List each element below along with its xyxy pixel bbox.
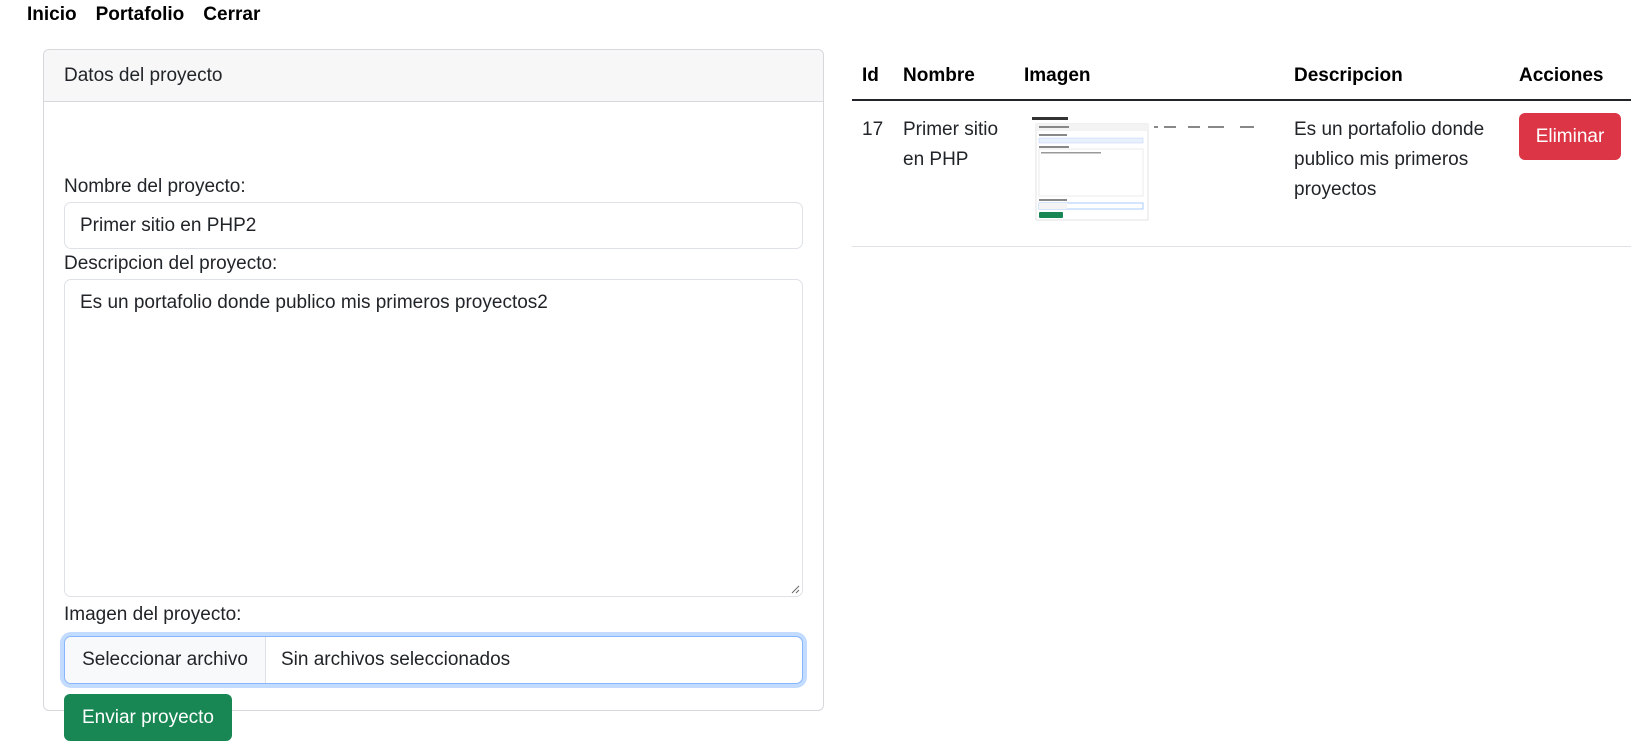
resize-grip-icon[interactable] bbox=[790, 584, 800, 594]
header-nombre: Nombre bbox=[903, 65, 975, 86]
nav-link-cerrar[interactable]: Cerrar bbox=[203, 3, 260, 27]
file-status-text: Sin archivos seleccionados bbox=[281, 649, 511, 670]
top-nav: Inicio Portafolio Cerrar bbox=[27, 3, 260, 27]
project-screenshot-thumbnail bbox=[1030, 114, 1270, 224]
card-header: Datos del proyecto bbox=[44, 50, 823, 102]
name-label: Nombre del proyecto: bbox=[64, 176, 246, 197]
description-label: Descripcion del proyecto: bbox=[64, 253, 278, 274]
header-acciones: Acciones bbox=[1519, 65, 1604, 86]
choose-file-button[interactable]: Seleccionar archivo bbox=[65, 637, 266, 683]
project-description-textarea[interactable]: Es un portafolio donde publico mis prime… bbox=[64, 279, 803, 597]
table-header-row: Id Nombre Imagen Descripcion Acciones bbox=[852, 55, 1631, 101]
header-id: Id bbox=[862, 65, 879, 86]
row-id: 17 bbox=[862, 119, 884, 140]
project-name-input[interactable]: Primer sitio en PHP2 bbox=[64, 202, 803, 249]
nav-link-inicio[interactable]: Inicio bbox=[27, 3, 77, 27]
project-form-card: Datos del proyecto Nombre del proyecto: … bbox=[43, 49, 824, 741]
row-name: Primer sitio en PHP bbox=[903, 119, 999, 170]
project-image-file-input[interactable]: Seleccionar archivo Sin archivos selecci… bbox=[64, 636, 803, 684]
table-row: 17 Primer sitio en PHP Es un portafolio … bbox=[852, 101, 1631, 247]
project-name-value: Primer sitio en PHP2 bbox=[80, 214, 257, 236]
project-description-value: Es un portafolio donde publico mis prime… bbox=[80, 292, 548, 313]
submit-project-button[interactable]: Enviar proyecto bbox=[64, 694, 232, 741]
nav-link-portafolio[interactable]: Portafolio bbox=[96, 3, 185, 27]
row-description: Es un portafolio donde publico mis prime… bbox=[1294, 119, 1485, 200]
delete-button[interactable]: Eliminar bbox=[1519, 113, 1621, 160]
projects-table: Id Nombre Imagen Descripcion Acciones 17… bbox=[852, 55, 1631, 247]
image-label: Imagen del proyecto: bbox=[64, 604, 242, 625]
header-descripcion: Descripcion bbox=[1294, 65, 1403, 86]
header-imagen: Imagen bbox=[1024, 65, 1091, 86]
